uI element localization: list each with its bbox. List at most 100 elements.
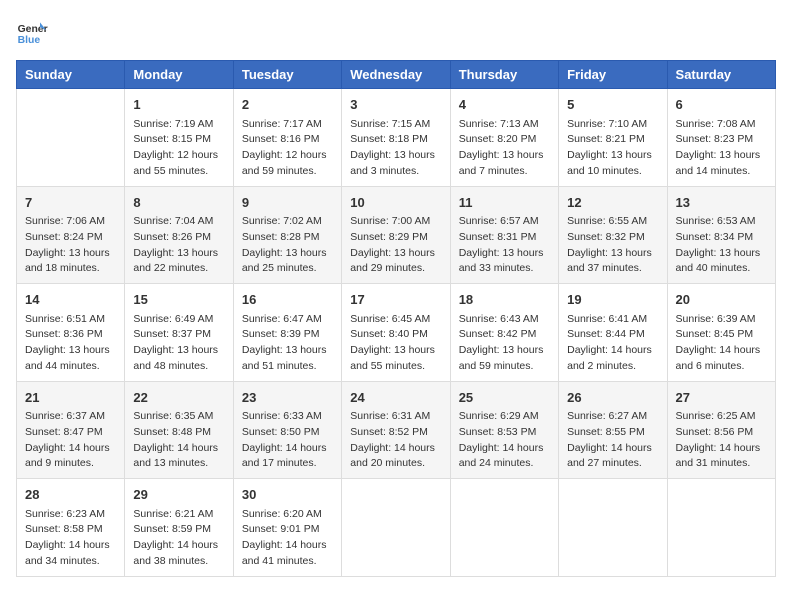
svg-text:General: General — [18, 24, 48, 35]
day-detail: Daylight: 14 hours — [242, 538, 333, 554]
calendar-cell — [667, 479, 775, 577]
day-detail: and 51 minutes. — [242, 359, 333, 375]
calendar-cell — [17, 89, 125, 187]
day-detail: and 38 minutes. — [133, 554, 224, 570]
day-number: 7 — [25, 193, 116, 213]
calendar-cell: 28Sunrise: 6:23 AMSunset: 8:58 PMDayligh… — [17, 479, 125, 577]
calendar-cell: 4Sunrise: 7:13 AMSunset: 8:20 PMDaylight… — [450, 89, 558, 187]
day-detail: and 25 minutes. — [242, 261, 333, 277]
day-number: 19 — [567, 290, 658, 310]
day-detail: and 40 minutes. — [676, 261, 767, 277]
day-number: 22 — [133, 388, 224, 408]
calendar-cell: 11Sunrise: 6:57 AMSunset: 8:31 PMDayligh… — [450, 186, 558, 284]
day-detail: Daylight: 13 hours — [676, 246, 767, 262]
calendar-cell: 15Sunrise: 6:49 AMSunset: 8:37 PMDayligh… — [125, 284, 233, 382]
day-detail: Sunset: 8:16 PM — [242, 132, 333, 148]
calendar-cell: 30Sunrise: 6:20 AMSunset: 9:01 PMDayligh… — [233, 479, 341, 577]
day-detail: Daylight: 13 hours — [459, 148, 550, 164]
day-detail: Daylight: 13 hours — [242, 246, 333, 262]
day-detail: Daylight: 13 hours — [133, 246, 224, 262]
calendar-cell: 26Sunrise: 6:27 AMSunset: 8:55 PMDayligh… — [559, 381, 667, 479]
day-detail: Sunset: 8:39 PM — [242, 327, 333, 343]
day-detail: Sunset: 8:50 PM — [242, 425, 333, 441]
calendar-cell: 1Sunrise: 7:19 AMSunset: 8:15 PMDaylight… — [125, 89, 233, 187]
day-detail: and 24 minutes. — [459, 456, 550, 472]
day-detail: and 27 minutes. — [567, 456, 658, 472]
day-detail: Daylight: 13 hours — [350, 246, 441, 262]
day-detail: Sunset: 8:37 PM — [133, 327, 224, 343]
day-detail: Daylight: 13 hours — [133, 343, 224, 359]
calendar-cell: 14Sunrise: 6:51 AMSunset: 8:36 PMDayligh… — [17, 284, 125, 382]
weekday-header: Wednesday — [342, 61, 450, 89]
day-number: 12 — [567, 193, 658, 213]
day-detail: Daylight: 13 hours — [459, 246, 550, 262]
day-detail: Sunrise: 6:43 AM — [459, 312, 550, 328]
calendar-week-row: 14Sunrise: 6:51 AMSunset: 8:36 PMDayligh… — [17, 284, 776, 382]
day-detail: Sunrise: 7:17 AM — [242, 117, 333, 133]
weekday-header: Friday — [559, 61, 667, 89]
day-detail: Sunrise: 6:47 AM — [242, 312, 333, 328]
day-detail: Sunset: 8:15 PM — [133, 132, 224, 148]
day-detail: Daylight: 14 hours — [350, 441, 441, 457]
day-detail: and 22 minutes. — [133, 261, 224, 277]
calendar-cell: 27Sunrise: 6:25 AMSunset: 8:56 PMDayligh… — [667, 381, 775, 479]
day-detail: Sunset: 8:59 PM — [133, 522, 224, 538]
day-number: 6 — [676, 95, 767, 115]
day-detail: and 6 minutes. — [676, 359, 767, 375]
weekday-header: Saturday — [667, 61, 775, 89]
day-detail: Daylight: 13 hours — [350, 343, 441, 359]
day-detail: Sunrise: 7:08 AM — [676, 117, 767, 133]
calendar-week-row: 1Sunrise: 7:19 AMSunset: 8:15 PMDaylight… — [17, 89, 776, 187]
calendar-cell: 7Sunrise: 7:06 AMSunset: 8:24 PMDaylight… — [17, 186, 125, 284]
calendar-cell: 12Sunrise: 6:55 AMSunset: 8:32 PMDayligh… — [559, 186, 667, 284]
day-detail: Sunset: 9:01 PM — [242, 522, 333, 538]
calendar-cell: 3Sunrise: 7:15 AMSunset: 8:18 PMDaylight… — [342, 89, 450, 187]
calendar-cell: 9Sunrise: 7:02 AMSunset: 8:28 PMDaylight… — [233, 186, 341, 284]
day-detail: and 59 minutes. — [242, 164, 333, 180]
day-detail: Sunset: 8:48 PM — [133, 425, 224, 441]
day-detail: Sunset: 8:55 PM — [567, 425, 658, 441]
day-number: 11 — [459, 193, 550, 213]
day-detail: Sunrise: 6:53 AM — [676, 214, 767, 230]
day-number: 3 — [350, 95, 441, 115]
day-detail: Sunrise: 6:39 AM — [676, 312, 767, 328]
calendar-cell: 17Sunrise: 6:45 AMSunset: 8:40 PMDayligh… — [342, 284, 450, 382]
logo: General Blue — [16, 16, 56, 48]
calendar-cell: 20Sunrise: 6:39 AMSunset: 8:45 PMDayligh… — [667, 284, 775, 382]
day-number: 24 — [350, 388, 441, 408]
calendar-cell: 24Sunrise: 6:31 AMSunset: 8:52 PMDayligh… — [342, 381, 450, 479]
day-detail: Daylight: 13 hours — [567, 148, 658, 164]
day-number: 9 — [242, 193, 333, 213]
day-number: 15 — [133, 290, 224, 310]
day-number: 4 — [459, 95, 550, 115]
day-detail: Daylight: 14 hours — [459, 441, 550, 457]
day-detail: Sunrise: 7:06 AM — [25, 214, 116, 230]
day-number: 21 — [25, 388, 116, 408]
day-detail: and 10 minutes. — [567, 164, 658, 180]
day-detail: and 14 minutes. — [676, 164, 767, 180]
day-detail: and 7 minutes. — [459, 164, 550, 180]
day-detail: Sunrise: 7:00 AM — [350, 214, 441, 230]
day-detail: and 2 minutes. — [567, 359, 658, 375]
day-detail: Daylight: 14 hours — [567, 441, 658, 457]
day-detail: Daylight: 13 hours — [676, 148, 767, 164]
day-detail: Sunset: 8:32 PM — [567, 230, 658, 246]
day-detail: Sunrise: 6:41 AM — [567, 312, 658, 328]
day-detail: Sunset: 8:40 PM — [350, 327, 441, 343]
day-detail: Sunrise: 6:51 AM — [25, 312, 116, 328]
day-detail: and 18 minutes. — [25, 261, 116, 277]
calendar-cell: 5Sunrise: 7:10 AMSunset: 8:21 PMDaylight… — [559, 89, 667, 187]
calendar-cell: 6Sunrise: 7:08 AMSunset: 8:23 PMDaylight… — [667, 89, 775, 187]
day-detail: Sunrise: 6:21 AM — [133, 507, 224, 523]
calendar-cell: 29Sunrise: 6:21 AMSunset: 8:59 PMDayligh… — [125, 479, 233, 577]
calendar-table: SundayMondayTuesdayWednesdayThursdayFrid… — [16, 60, 776, 577]
day-detail: Sunrise: 7:19 AM — [133, 117, 224, 133]
day-detail: Sunset: 8:47 PM — [25, 425, 116, 441]
day-number: 26 — [567, 388, 658, 408]
day-detail: Sunset: 8:18 PM — [350, 132, 441, 148]
calendar-cell: 23Sunrise: 6:33 AMSunset: 8:50 PMDayligh… — [233, 381, 341, 479]
day-detail: and 55 minutes. — [133, 164, 224, 180]
calendar-cell — [450, 479, 558, 577]
day-detail: Sunrise: 6:33 AM — [242, 409, 333, 425]
calendar-cell: 18Sunrise: 6:43 AMSunset: 8:42 PMDayligh… — [450, 284, 558, 382]
